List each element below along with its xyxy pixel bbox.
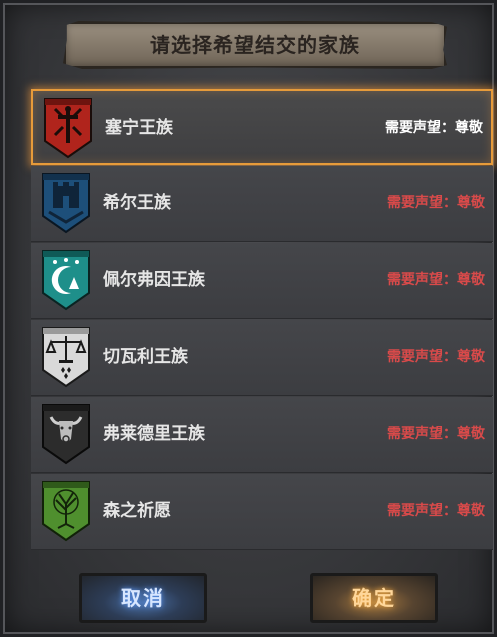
family-list: 塞宁王族 需要声望：尊敬 希尔王族 需要声望：尊敬 佩尔弗因王族 需要声望：尊敬…	[31, 89, 493, 551]
family-row-qiewali[interactable]: 切瓦利王族 需要声望：尊敬	[31, 320, 493, 396]
family-select-dialog: 请选择希望结交的家族 塞宁王族 需要声望：尊敬 希尔王族 需要声望：尊敬 佩尔弗…	[0, 0, 497, 637]
family-row-peierfuyin[interactable]: 佩尔弗因王族 需要声望：尊敬	[31, 243, 493, 319]
confirm-button[interactable]: 确定	[310, 573, 438, 623]
family-row-xier[interactable]: 希尔王族 需要声望：尊敬	[31, 166, 493, 242]
moon-crest-icon	[41, 249, 91, 311]
reputation-requirement: 需要声望：尊敬	[387, 426, 485, 442]
family-name: 佩尔弗因王族	[103, 270, 205, 290]
family-name: 森之祈愿	[103, 501, 171, 521]
bull-crest-icon	[41, 403, 91, 465]
reputation-requirement: 需要声望：尊敬	[387, 195, 485, 211]
reputation-requirement: 需要声望：尊敬	[387, 349, 485, 365]
family-row-saining[interactable]: 塞宁王族 需要声望：尊敬	[31, 89, 493, 165]
reputation-requirement: 需要声望：尊敬	[385, 120, 483, 136]
family-name: 希尔王族	[103, 193, 171, 213]
reputation-requirement: 需要声望：尊敬	[387, 272, 485, 288]
sword-crest-icon	[43, 97, 93, 159]
tree-crest-icon	[41, 480, 91, 542]
scales-crest-icon	[41, 326, 91, 388]
reputation-requirement: 需要声望：尊敬	[387, 503, 485, 519]
family-name: 切瓦利王族	[103, 347, 188, 367]
dialog-title: 请选择希望结交的家族	[150, 33, 360, 57]
family-row-fulaideli[interactable]: 弗莱德里王族 需要声望：尊敬	[31, 397, 493, 473]
family-name: 弗莱德里王族	[103, 424, 205, 444]
cancel-button[interactable]: 取消	[79, 573, 207, 623]
family-name: 塞宁王族	[105, 118, 173, 138]
castle-crest-icon	[41, 172, 91, 234]
family-row-senzhiqiyuan[interactable]: 森之祈愿 需要声望：尊敬	[31, 474, 493, 550]
